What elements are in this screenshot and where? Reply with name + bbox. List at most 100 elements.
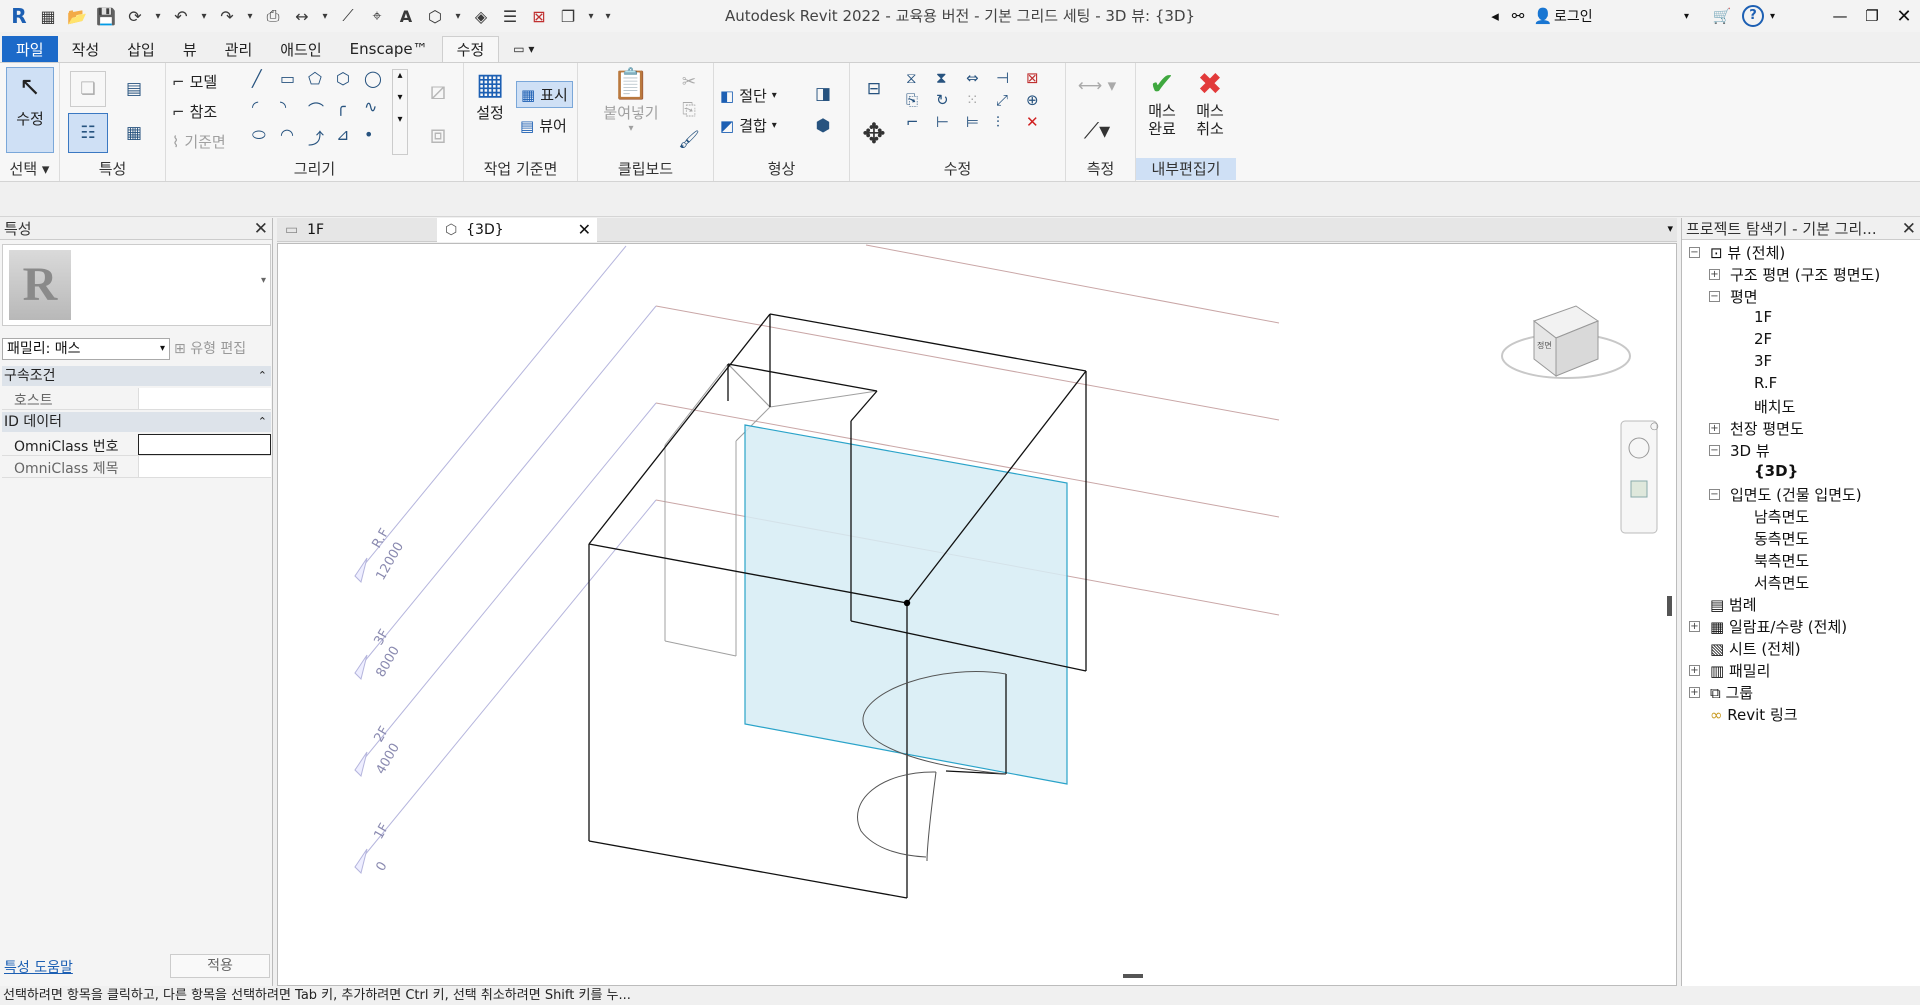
- tree-toggle-schedules[interactable]: +: [1689, 621, 1700, 632]
- rotate-icon[interactable]: ↻: [936, 91, 964, 111]
- paint-icon[interactable]: ⬢: [812, 115, 834, 137]
- copy-element-icon[interactable]: ⎘: [906, 91, 934, 111]
- trim-extend-multiple-icon[interactable]: ⊨: [966, 113, 994, 133]
- split-gap-icon[interactable]: ⫶: [996, 113, 1024, 133]
- tree-node-floor-plans[interactable]: 평면: [1730, 286, 1758, 307]
- level-elev-2f[interactable]: 4000: [373, 741, 403, 777]
- close-icon[interactable]: ✕: [254, 218, 268, 240]
- tree-toggle-families[interactable]: +: [1689, 665, 1700, 676]
- collapse-icon[interactable]: ⌃: [258, 366, 267, 386]
- viewcube[interactable]: 정면: [1501, 305, 1631, 379]
- move-icon[interactable]: ✥: [856, 115, 892, 151]
- partial-ellipse-icon[interactable]: ◠: [280, 125, 306, 151]
- tree-node-structural-plans[interactable]: 구조 평면 (구조 평면도): [1730, 264, 1880, 285]
- mirror-axis-icon[interactable]: ⧖: [906, 69, 934, 89]
- mirror-draw-icon[interactable]: ⧗: [936, 69, 964, 89]
- array-icon[interactable]: ⁙: [966, 91, 994, 111]
- minimize-button[interactable]: —: [1824, 7, 1856, 25]
- omniclass-number-field[interactable]: [138, 434, 271, 455]
- tree-toggle-3d-views[interactable]: −: [1709, 445, 1720, 456]
- login-label[interactable]: 로그인: [1554, 6, 1684, 26]
- tree-node-plan-1f[interactable]: 1F: [1754, 308, 1772, 326]
- tree-node-elev-east[interactable]: 동측면도: [1754, 528, 1809, 549]
- 3d-view-canvas[interactable]: R.F 12000 3F 8000 2F 4000 1F 0 정면 ○: [277, 243, 1677, 986]
- properties-icon[interactable]: ☷: [68, 113, 108, 153]
- family-category-icon[interactable]: ▦: [116, 115, 152, 151]
- tab-list-dropdown-icon[interactable]: ▾: [1667, 222, 1673, 235]
- tab-create[interactable]: 작성: [58, 36, 114, 62]
- tree-node-plan-rf[interactable]: R.F: [1754, 374, 1777, 392]
- center-end-arc-icon[interactable]: ◝: [280, 97, 306, 123]
- tree-node-3d-default[interactable]: {3D}: [1754, 462, 1798, 480]
- paste-button[interactable]: 📋 붙여넣기 ▾: [596, 67, 666, 134]
- tree-node-families[interactable]: ▥ 패밀리: [1710, 660, 1770, 681]
- spline-icon[interactable]: ∿: [364, 97, 390, 123]
- tab-view[interactable]: 뷰: [169, 36, 211, 62]
- omniclass-title-field[interactable]: [138, 456, 271, 477]
- tab-file[interactable]: 파일: [2, 36, 58, 62]
- tree-node-elev-north[interactable]: 북측면도: [1754, 550, 1809, 571]
- chevron-down-icon[interactable]: ▾: [1684, 11, 1702, 22]
- align-icon[interactable]: ⊟: [856, 71, 892, 107]
- tree-node-elev-south[interactable]: 남측면도: [1754, 506, 1809, 527]
- split-face-icon[interactable]: ◨: [812, 83, 834, 105]
- inscribed-polygon-icon[interactable]: ⬠: [308, 69, 334, 95]
- point-element-icon[interactable]: •: [364, 125, 390, 151]
- view-tab-1f[interactable]: ▭ 1F: [277, 218, 437, 242]
- collapse-icon[interactable]: ⌃: [258, 412, 267, 432]
- copy-icon[interactable]: ⎘: [678, 99, 700, 121]
- family-types-icon[interactable]: ▤: [116, 71, 152, 107]
- edit-type-button[interactable]: ⊞ 유형 편집: [174, 338, 270, 360]
- tree-toggle-views[interactable]: −: [1689, 247, 1700, 258]
- section-constraints[interactable]: 구속조건 ⌃: [2, 366, 271, 386]
- model-viewport[interactable]: R.F 12000 3F 8000 2F 4000 1F 0 정면 ○: [278, 244, 1678, 987]
- tree-node-views-all[interactable]: ⊡ 뷰 (전체): [1710, 242, 1785, 263]
- tree-toggle-structural-plans[interactable]: +: [1709, 269, 1720, 280]
- tab-enscape[interactable]: Enscape™: [336, 36, 442, 62]
- model-line-button[interactable]: ⌐ 모델: [172, 71, 217, 92]
- join-geometry-button[interactable]: ◩ 결합 ▾: [720, 115, 777, 136]
- info-center-arrow-icon[interactable]: ◂: [1486, 7, 1504, 25]
- show-workplane-button[interactable]: ▦ 표시: [516, 81, 573, 108]
- tree-node-ceiling-plans[interactable]: 천장 평면도: [1730, 418, 1804, 439]
- dimension-icon[interactable]: ⟋▾: [1072, 115, 1122, 147]
- start-end-arc-icon[interactable]: ◜: [252, 97, 278, 123]
- panel-select-label[interactable]: 선택 ▾: [0, 158, 59, 180]
- level-elev-3f[interactable]: 8000: [373, 644, 403, 680]
- pick-faces-icon[interactable]: ⊿: [336, 125, 362, 151]
- properties-help-link[interactable]: 특성 도움말: [4, 957, 73, 977]
- pick-lines-icon[interactable]: ⤴: [308, 125, 334, 151]
- pin-icon[interactable]: ⊕: [1026, 91, 1054, 111]
- level-name-1f[interactable]: 1F: [371, 821, 392, 842]
- reference-line-button[interactable]: ⌐ 참조: [172, 101, 217, 122]
- tangent-arc-icon[interactable]: ⌒: [308, 97, 334, 123]
- viewcube-front-label[interactable]: 정면: [1537, 340, 1552, 350]
- tree-node-elev-west[interactable]: 서측면도: [1754, 572, 1809, 593]
- navigation-bar[interactable]: ○: [1620, 420, 1659, 534]
- scale-icon[interactable]: ⤢: [996, 91, 1024, 111]
- delete-icon[interactable]: ✕: [1026, 113, 1054, 133]
- help-icon[interactable]: ?: [1742, 5, 1764, 27]
- tab-modify[interactable]: 수정: [441, 36, 500, 62]
- match-type-icon[interactable]: 🖌: [678, 129, 700, 151]
- modify-button[interactable]: ↖ 수정: [6, 67, 54, 153]
- user-icon[interactable]: 👤: [1532, 7, 1554, 25]
- split-icon[interactable]: ⊣: [996, 69, 1024, 89]
- apply-button[interactable]: 적용: [170, 954, 270, 978]
- tab-insert[interactable]: 삽입: [113, 36, 169, 62]
- trim-extend-corner-icon[interactable]: ⌐: [906, 113, 934, 133]
- view-tab-3d[interactable]: ⬡ {3D} ✕: [437, 218, 597, 242]
- cut-icon[interactable]: ✂: [678, 71, 700, 93]
- tree-node-sheets[interactable]: ▧ 시트 (전체): [1710, 638, 1801, 659]
- tree-toggle-groups[interactable]: +: [1689, 687, 1700, 698]
- tree-toggle-ceiling-plans[interactable]: +: [1709, 423, 1720, 434]
- tree-node-plan-3f[interactable]: 3F: [1754, 352, 1772, 370]
- close-button[interactable]: ✕: [1888, 6, 1920, 27]
- tree-node-elevations[interactable]: 입면도 (건물 입면도): [1730, 484, 1862, 505]
- workplane-draw-button[interactable]: ⌇ 기준면: [172, 131, 226, 152]
- tree-node-plan-2f[interactable]: 2F: [1754, 330, 1772, 348]
- chevron-down-icon[interactable]: ▾: [261, 275, 266, 286]
- unpin-icon[interactable]: ⊠: [1026, 69, 1054, 89]
- chevron-down-icon[interactable]: ▾: [1764, 11, 1824, 22]
- draw-gallery-scroll[interactable]: ▴ ▾ ▾: [392, 69, 408, 155]
